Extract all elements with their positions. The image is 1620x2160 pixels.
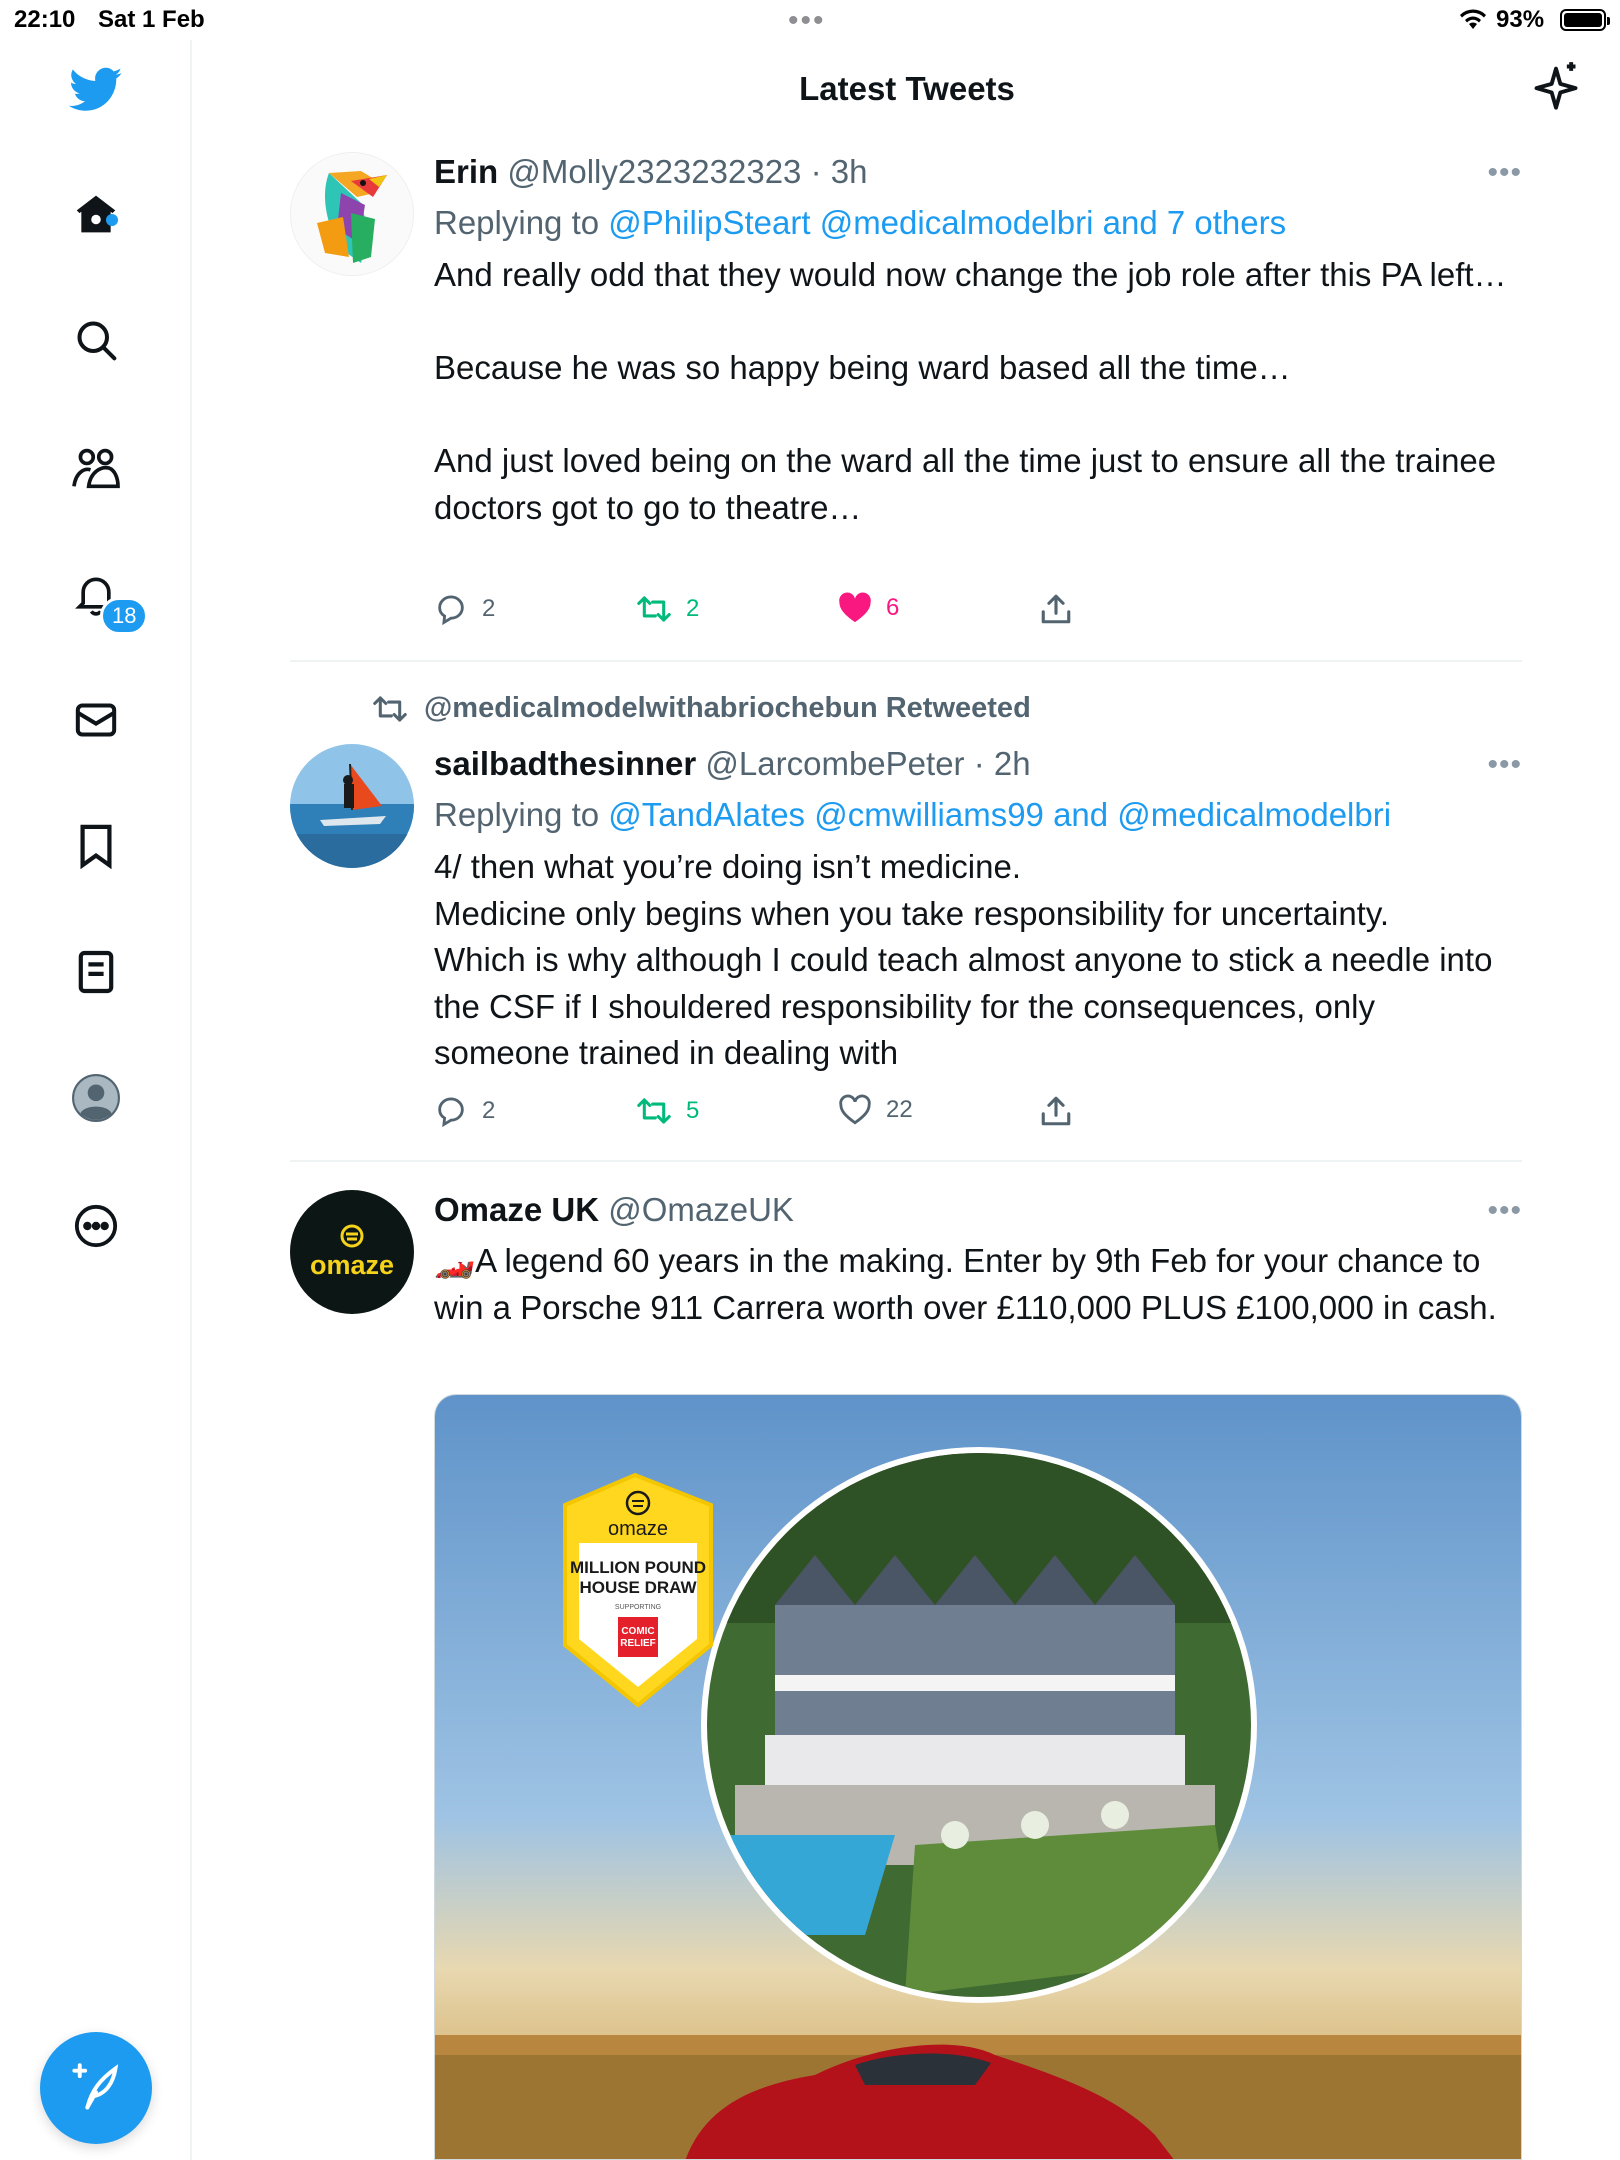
badge-charity-line-2: RELIEF [620,1638,656,1649]
heart-outline-icon [839,1094,871,1125]
tweet-divider [290,660,1522,662]
feather-plus-icon [72,2063,119,2110]
sidebar: 18 [0,40,192,2160]
tweet-author-avatar[interactable] [290,744,414,868]
omaze-logo-icon [340,1224,364,1247]
lists-icon[interactable] [66,942,126,1002]
home-notification-dot [106,214,118,226]
bookmarks-icon[interactable] [66,816,126,876]
retweeted-by-text: @medicalmodelwithabriochebun Retweeted [424,692,1031,724]
reply-button[interactable]: 2 [434,592,495,626]
reply-count: 2 [482,595,496,622]
tweet-author-avatar[interactable]: omaze [290,1190,414,1314]
tweet-handle-time: @Molly2323232323 · 3h [507,153,868,190]
tweet[interactable]: sailbadthesinner @LarcombePeter · 2h Rep… [290,742,1522,1162]
reply-icon [438,1097,464,1128]
share-icon [1041,594,1071,624]
communities-icon[interactable] [66,438,126,498]
retweet-icon [637,1098,671,1124]
tweet-more-icon[interactable]: ••• [1487,748,1522,782]
retweet-button[interactable]: 5 [636,1094,699,1128]
more-options-icon[interactable] [66,1196,126,1256]
status-time: 22:10 [14,6,76,33]
retweet-count: 5 [686,1097,700,1124]
tweet-actions: 2 5 22 [434,1094,1134,1134]
multitasking-dots-icon[interactable]: ••• [788,4,826,38]
compose-tweet-button[interactable] [40,2032,152,2144]
badge-charity-line-1: COMIC [621,1626,654,1637]
badge-supporting: SUPPORTING [615,1604,661,1611]
battery-percent: 93% [1496,6,1545,33]
battery-icon [1560,9,1610,31]
reply-icon [438,595,464,626]
share-icon [1041,1096,1071,1126]
tweet-media-image[interactable]: omaze MILLION POUND HOUSE DRAW SUPPORTIN… [434,1394,1522,2160]
heart-filled-icon [839,592,871,623]
tweet-handle: @OmazeUK [608,1191,794,1228]
replying-to-link[interactable]: @PhilipSteart @medicalmodelbri and 7 oth… [608,204,1286,241]
retweet-count: 2 [686,595,700,622]
retweet-icon [373,695,407,722]
notifications-badge: 18 [100,597,149,635]
sparkle-icon[interactable] [1530,60,1582,112]
tweet-author-name[interactable]: Erin [434,153,498,190]
retweeted-by-label[interactable]: @medicalmodelwithabriochebun Retweeted [372,692,1031,725]
avatar-brand-text: omaze [309,1249,395,1280]
messages-envelope-icon[interactable] [66,690,126,750]
replying-to-label: Replying to [434,204,609,241]
tweet-author-avatar[interactable] [290,152,414,276]
badge-title-line-1: MILLION POUND [570,1558,706,1577]
badge-title-line-2: HOUSE DRAW [579,1578,697,1597]
like-button[interactable]: 6 [838,592,899,624]
like-count: 22 [886,1096,913,1123]
replying-to-link[interactable]: @TandAlates @cmwilliams99 and @medicalmo… [608,796,1391,833]
tweet[interactable]: Erin @Molly2323232323 · 3h Replying to @… [290,150,1522,660]
search-icon[interactable] [66,310,126,370]
profile-avatar-icon[interactable] [66,1068,126,1128]
tweet-handle-time: @LarcombePeter · 2h [705,745,1031,782]
tweet-text: And really odd that they would now chang… [434,256,1507,526]
replying-to-label: Replying to [434,796,609,833]
reply-count: 2 [482,1097,496,1124]
tweet-more-icon[interactable]: ••• [1487,1194,1522,1228]
page-title: Latest Tweets [799,70,1015,107]
badge-brand: omaze [608,1518,668,1540]
tweet-author-name[interactable]: sailbadthesinner [434,745,696,782]
tweet-text: 4/ then what you’re doing isn’t medicine… [434,848,1493,1071]
tweet-text: 🏎️A legend 60 years in the making. Enter… [434,1242,1497,1326]
like-button[interactable]: 22 [838,1094,913,1126]
tweet-author-name[interactable]: Omaze UK [434,1191,599,1228]
retweet-icon [637,596,671,622]
tweet-more-icon[interactable]: ••• [1487,156,1522,190]
share-button[interactable] [1040,1094,1072,1128]
status-bar: 22:10 Sat 1 Feb ••• 93% [0,0,1620,40]
home-icon[interactable] [66,184,126,244]
retweet-button[interactable]: 2 [636,592,699,626]
wifi-icon [1460,9,1486,29]
like-count: 6 [886,594,900,621]
twitter-logo-icon[interactable] [66,60,126,120]
share-button[interactable] [1040,592,1072,626]
tweet-actions: 2 2 6 [434,592,1134,632]
reply-button[interactable]: 2 [434,1094,495,1128]
status-date: Sat 1 Feb [98,6,205,33]
tweet-divider [290,1160,1522,1162]
